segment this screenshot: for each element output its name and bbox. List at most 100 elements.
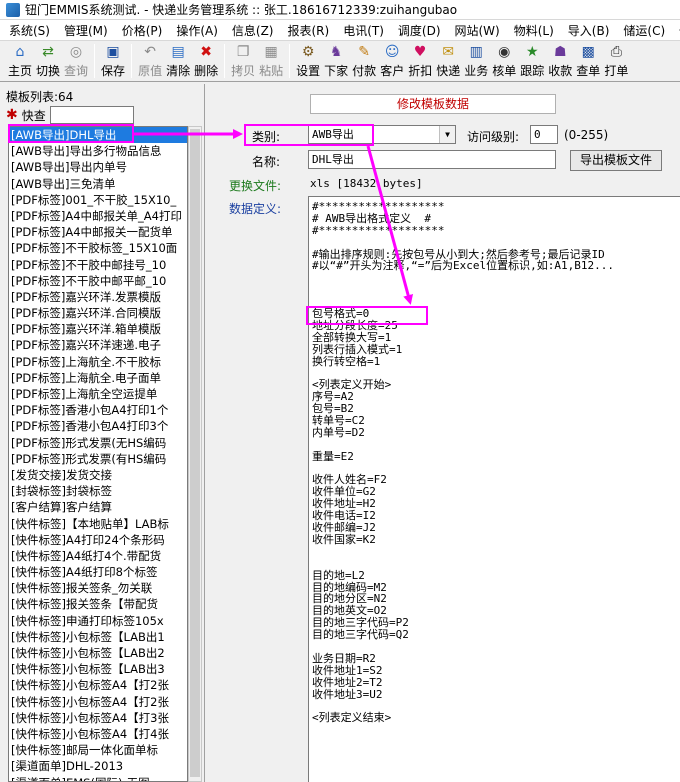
- quick-search-input[interactable]: [49, 106, 134, 124]
- toolbar-label: 删除: [194, 64, 219, 78]
- paste-button[interactable]: ▦ 粘贴: [257, 42, 285, 80]
- template-list-item[interactable]: [PDF标签]香港小包A4打印3个: [9, 418, 187, 434]
- print-button[interactable]: ⎙ 打单: [602, 42, 630, 80]
- receipt-button[interactable]: ☗ 收款: [546, 42, 574, 80]
- category-select[interactable]: AWB导出 ▼: [308, 125, 456, 144]
- tracking-button[interactable]: ★ 跟踪: [518, 42, 546, 80]
- template-list-item[interactable]: [渠道面单]DHL-2013: [9, 758, 187, 774]
- app-logo-icon: [6, 2, 20, 17]
- copy-button[interactable]: ❐ 拷贝: [229, 42, 257, 80]
- menu-item-6[interactable]: 电讯(T): [338, 22, 393, 39]
- scrollbar-thumb[interactable]: [190, 129, 200, 777]
- template-list-item[interactable]: [PDF标签]A4中邮报关一配货单: [9, 224, 187, 240]
- menu-item-0[interactable]: 系统(S): [4, 22, 59, 39]
- template-list-item[interactable]: [快件标签]小包标签A4【打2张: [9, 694, 187, 710]
- template-list-item[interactable]: [PDF标签]嘉兴环洋速递.电子: [9, 337, 187, 353]
- template-list-item[interactable]: [快件标签]小包标签【LAB出3: [9, 661, 187, 677]
- replace-file-label[interactable]: 更换文件:: [229, 177, 281, 194]
- business-icon: ▥: [469, 43, 483, 60]
- template-list-item[interactable]: [AWB导出]DHL导出: [9, 127, 187, 144]
- menu-item-8[interactable]: 网站(W): [450, 22, 509, 39]
- template-list-item[interactable]: [快件标签]小包标签【LAB出1: [9, 629, 187, 645]
- delete-button[interactable]: ✖ 删除: [192, 42, 220, 80]
- template-list-item[interactable]: [PDF标签]上海航全.不干胶标: [9, 354, 187, 370]
- menu-item-11[interactable]: 储运(C): [618, 22, 674, 39]
- toolbar-label: 客户: [380, 64, 405, 78]
- menu-item-4[interactable]: 信息(Z): [227, 22, 283, 39]
- express-button[interactable]: ✉ 快递: [434, 42, 462, 80]
- name-input[interactable]: DHL导出: [308, 150, 556, 169]
- payment-button[interactable]: ✎ 付款: [350, 42, 378, 80]
- menu-item-10[interactable]: 导入(B): [563, 22, 619, 39]
- toolbar-label: 切换: [36, 64, 61, 78]
- query-order-button[interactable]: ▩ 查单: [574, 42, 602, 80]
- template-list-item[interactable]: [客户结算]客户结算: [9, 499, 187, 515]
- template-list-item[interactable]: [快件标签]A4打印24个条形码: [9, 532, 187, 548]
- toolbar-label: 收款: [548, 64, 573, 78]
- template-list-item[interactable]: [快件标签]小包标签A4【打4张: [9, 726, 187, 742]
- template-list-item[interactable]: [快件标签]小包标签A4【打2张: [9, 677, 187, 693]
- clear-button[interactable]: ▤ 清除: [164, 42, 192, 80]
- verify-button[interactable]: ◉ 核单: [490, 42, 518, 80]
- discount-button[interactable]: ♥ 折扣: [406, 42, 434, 80]
- template-list-scrollbar[interactable]: [188, 126, 202, 782]
- customers-icon: ☺: [384, 43, 400, 60]
- menu-item-9[interactable]: 物料(L): [509, 22, 563, 39]
- template-list-item[interactable]: [快件标签]邮局一体化面单标: [9, 742, 187, 758]
- template-list-item[interactable]: [封袋标签]封袋标签: [9, 483, 187, 499]
- template-list-item[interactable]: [PDF标签]不干胶标签_15X10面: [9, 240, 187, 256]
- template-list-item[interactable]: [快件标签]【本地贴单】LAB标: [9, 516, 187, 532]
- template-list-item[interactable]: [快件标签]报关签条_勿关联: [9, 580, 187, 596]
- print-icon: ⎙: [610, 43, 622, 60]
- definition-line: <列表定义结束>: [312, 711, 392, 725]
- template-list-item[interactable]: [PDF标签]上海航全空运提单: [9, 386, 187, 402]
- menu-item-7[interactable]: 调度(D): [393, 22, 450, 39]
- template-list-item[interactable]: [快件标签]小包标签【LAB出2: [9, 645, 187, 661]
- next-party-button[interactable]: ♞ 下家: [322, 42, 350, 80]
- access-level-input[interactable]: 0: [530, 125, 558, 144]
- data-definition-editor[interactable]: #******************* # AWB导出格式定义 # #******…: [308, 196, 680, 782]
- template-list-item[interactable]: [PDF标签]嘉兴环洋.发票模版: [9, 289, 187, 305]
- template-list-item[interactable]: [AWB导出]导出多行物品信息: [9, 143, 187, 159]
- template-list-item[interactable]: [渠道面单]EMS(国际)-无图: [9, 775, 187, 782]
- binoculars-button[interactable]: ◎ 查询: [62, 42, 90, 80]
- menu-item-2[interactable]: 价格(P): [117, 22, 172, 39]
- save-button[interactable]: ▣ 保存: [99, 42, 127, 80]
- template-list-item[interactable]: [PDF标签]形式发票(有HS编码: [9, 451, 187, 467]
- home-button[interactable]: ⌂ 主页: [6, 42, 34, 80]
- template-list-item[interactable]: [PDF标签]香港小包A4打印1个: [9, 402, 187, 418]
- template-list-item[interactable]: [PDF标签]不干胶中邮挂号_10: [9, 257, 187, 273]
- template-list-item[interactable]: [AWB导出]三免清单: [9, 176, 187, 192]
- template-list-item[interactable]: [PDF标签]不干胶中邮平邮_10: [9, 273, 187, 289]
- home-icon: ⌂: [15, 43, 25, 60]
- template-list-item[interactable]: [PDF标签]A4中邮报关单_A4打印: [9, 208, 187, 224]
- business-button[interactable]: ▥ 业务: [462, 42, 490, 80]
- menu-item-3[interactable]: 操作(A): [171, 22, 227, 39]
- chevron-down-icon[interactable]: ▼: [439, 126, 455, 143]
- template-list-item[interactable]: [快件标签]小包标签A4【打3张: [9, 710, 187, 726]
- export-template-button[interactable]: 导出模板文件: [570, 150, 662, 171]
- menu-item-12[interactable]: 代派: [674, 22, 680, 39]
- template-list-item[interactable]: [AWB导出]导出内单号: [9, 159, 187, 175]
- template-list-item[interactable]: [PDF标签]001_不干胶_15X10_: [9, 192, 187, 208]
- toolbar-label: 下家: [324, 64, 349, 78]
- template-list-item[interactable]: [快件标签]申通打印标签105x: [9, 613, 187, 629]
- template-list-item[interactable]: [快件标签]A4纸打4个.带配货: [9, 548, 187, 564]
- switch-button[interactable]: ⇄ 切换: [34, 42, 62, 80]
- template-list-item[interactable]: [PDF标签]嘉兴环洋.合同模版: [9, 305, 187, 321]
- form-title: 修改模板数据: [310, 94, 556, 114]
- template-list-item[interactable]: [发货交接]发货交接: [9, 467, 187, 483]
- template-list-item[interactable]: [快件标签]A4纸打印8个标签: [9, 564, 187, 580]
- menu-item-5[interactable]: 报表(R): [282, 22, 338, 39]
- undo-button[interactable]: ↶ 原值: [136, 42, 164, 80]
- template-list-item[interactable]: [PDF标签]嘉兴环洋.箱单模版: [9, 321, 187, 337]
- menu-item-1[interactable]: 管理(M): [59, 22, 117, 39]
- template-list-item[interactable]: [PDF标签]形式发票(无HS编码: [9, 435, 187, 451]
- settings-button[interactable]: ⚙ 设置: [294, 42, 322, 80]
- template-list-item[interactable]: [快件标签]报关签条【带配货: [9, 596, 187, 612]
- toolbar-label: 核单: [492, 64, 517, 78]
- definition-line: [312, 237, 680, 249]
- customers-button[interactable]: ☺ 客户: [378, 42, 406, 80]
- definition-line: # AWB导出格式定义 #: [312, 211, 431, 225]
- template-list-item[interactable]: [PDF标签]上海航全.电子面单: [9, 370, 187, 386]
